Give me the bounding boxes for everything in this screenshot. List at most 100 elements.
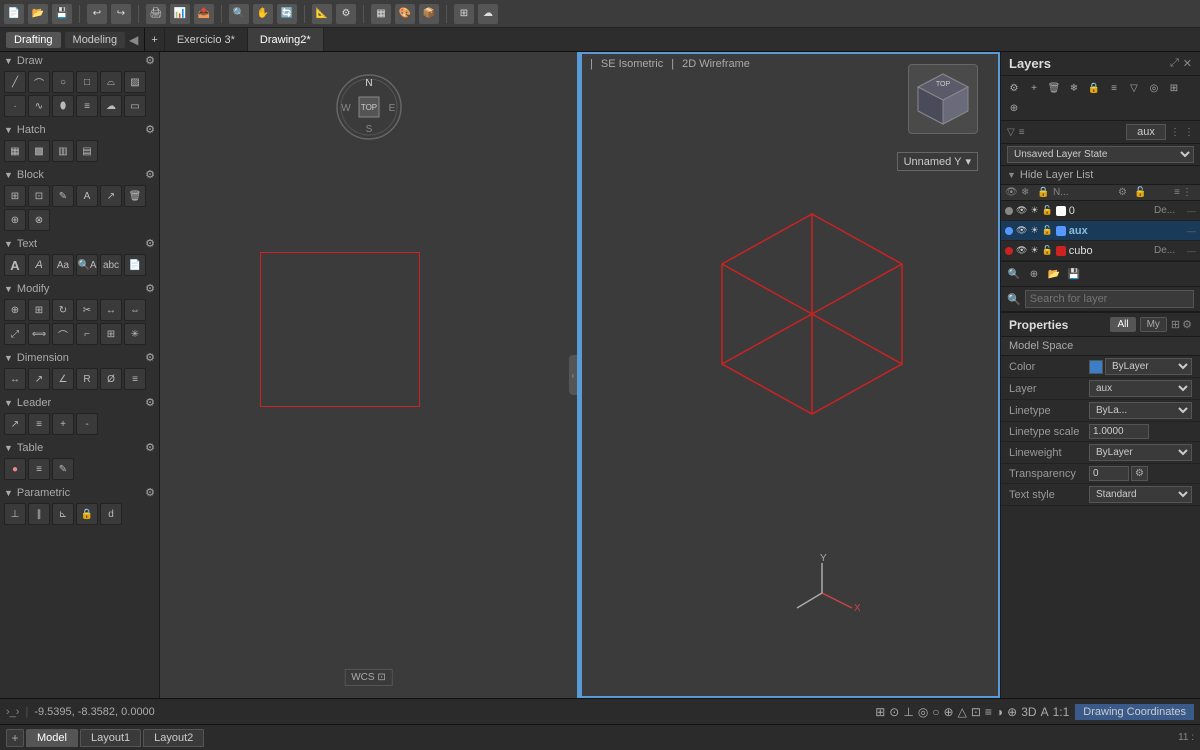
properties-icon[interactable]: ⚙ (336, 4, 356, 24)
param-parallel[interactable]: ∥ (28, 503, 50, 525)
block-insert[interactable]: ⊞ (4, 185, 26, 207)
layer-bottom-btn3[interactable]: 📂 (1045, 265, 1063, 283)
arc-tool[interactable]: ⌓ (100, 71, 122, 93)
layer-filter-btn[interactable]: ▽ (1125, 79, 1143, 97)
viewport-right[interactable]: | SE Isometric | 2D Wireframe TOP (580, 52, 1000, 698)
prop-tab-all[interactable]: All (1110, 317, 1135, 332)
viewport-left[interactable]: N S W E TOP WCS ⊡ ‹ (160, 52, 580, 698)
table-gear-icon[interactable]: ⚙ (145, 441, 155, 454)
rotate-tool[interactable]: ↻ (52, 299, 74, 321)
param-lock[interactable]: 🔒 (76, 503, 98, 525)
layer-isolate-btn[interactable]: ◎ (1145, 79, 1163, 97)
ortho-icon[interactable]: ⊥ (903, 705, 913, 719)
layer-lock-btn[interactable]: 🔒 (1085, 79, 1103, 97)
layer-match-btn[interactable]: ≡ (1105, 79, 1123, 97)
measure-icon[interactable]: 📐 (312, 4, 332, 24)
tab-layout2[interactable]: Layout2 (143, 729, 204, 747)
layer-search-input[interactable] (1025, 290, 1194, 308)
block-attdef[interactable]: A (76, 185, 98, 207)
dim-aligned[interactable]: ↗ (28, 368, 50, 390)
hatch-tool[interactable]: ▨ (124, 71, 146, 93)
open-icon[interactable]: 📂 (28, 4, 48, 24)
hatch-pattern4[interactable]: ▤ (76, 140, 98, 162)
osnap-icon[interactable]: ○ (932, 705, 939, 719)
anno-vis-icon[interactable]: A (1041, 705, 1049, 719)
block-tool2[interactable]: ⊗ (28, 209, 50, 231)
tab-layout1[interactable]: Layout1 (80, 729, 141, 747)
layer-bottom-btn4[interactable]: 💾 (1065, 265, 1083, 283)
hatch-pattern2[interactable]: ▩ (28, 140, 50, 162)
layer-freeze-btn[interactable]: ❄ (1065, 79, 1083, 97)
layer-settings-btn[interactable]: ⚙ (1005, 79, 1023, 97)
table-section-header[interactable]: ▼ Table ⚙ (0, 439, 159, 456)
array-tool[interactable]: ⊞ (100, 323, 122, 345)
multileader-tool[interactable]: ↗ (4, 413, 26, 435)
layer-aux-vis-icon[interactable]: 👁 (1016, 225, 1027, 236)
render-icon[interactable]: 🎨 (395, 4, 415, 24)
layer-cubo-lock-icon[interactable]: 🔓 (1042, 245, 1053, 256)
tab-add[interactable]: + (145, 28, 164, 51)
parametric-gear-icon[interactable]: ⚙ (145, 486, 155, 499)
trim-tool[interactable]: ✂ (76, 299, 98, 321)
spline-tool[interactable]: ∿ (28, 95, 50, 117)
dim-radius[interactable]: R (76, 368, 98, 390)
hatch-section-header[interactable]: ▼ Hatch ⚙ (0, 121, 159, 138)
leader-remove[interactable]: - (76, 413, 98, 435)
grid-icon[interactable]: ⊞ (875, 705, 885, 719)
leader-gear-icon[interactable]: ⚙ (145, 396, 155, 409)
cloud-icon[interactable]: ☁ (478, 4, 498, 24)
hatch-pattern1[interactable]: ▦ (4, 140, 26, 162)
unnamed-y-label[interactable]: Unnamed Y ▾ (897, 152, 978, 171)
block-edit[interactable]: ✎ (52, 185, 74, 207)
plot-icon[interactable]: 📊 (170, 4, 190, 24)
layer-0-vis-icon[interactable]: 👁 (1016, 205, 1027, 216)
text-section-header[interactable]: ▼ Text ⚙ (0, 235, 159, 252)
mirror-tool[interactable]: ⇔ (124, 299, 146, 321)
tab-exercicio[interactable]: Exercicio 3* (165, 28, 248, 51)
layers-icon[interactable]: ▦ (371, 4, 391, 24)
tab-model[interactable]: Model (26, 729, 78, 747)
redo-icon[interactable]: ↪ (111, 4, 131, 24)
text-tool[interactable]: A (28, 254, 50, 276)
prop-copy-icon[interactable]: ⊞ (1171, 318, 1180, 331)
nav-cube[interactable]: TOP (908, 64, 978, 134)
polar-icon[interactable]: ◎ (918, 705, 928, 719)
layer-0-color[interactable] (1056, 206, 1066, 216)
layer-scroll-icon[interactable]: ⋮ (1184, 127, 1194, 138)
point-tool[interactable]: · (4, 95, 26, 117)
tab-drawing2[interactable]: Drawing2* (248, 28, 324, 51)
render-mode-label[interactable]: 2D Wireframe (682, 58, 750, 70)
tab-modeling[interactable]: Modeling (65, 32, 126, 48)
layers-maximize-icon[interactable]: ⤢ (1170, 57, 1179, 70)
dim-style[interactable]: ≡ (124, 368, 146, 390)
view-mode-label[interactable]: SE Isometric (601, 58, 663, 70)
layer-aux-lock-icon[interactable]: 🔓 (1042, 225, 1053, 236)
3d-icon[interactable]: 📦 (419, 4, 439, 24)
param-coincident[interactable]: ⊥ (4, 503, 26, 525)
layer-cubo-freeze-icon[interactable]: ☀ (1030, 245, 1038, 256)
scale-tool[interactable]: ⤢ (4, 323, 26, 345)
multiline-tool[interactable]: ≡ (76, 95, 98, 117)
hatch-pattern3[interactable]: ▥ (52, 140, 74, 162)
print-icon[interactable]: 🖨 (146, 4, 166, 24)
prop-transparency-btn[interactable]: ⚙ (1131, 466, 1148, 481)
ellipse-tool[interactable]: ⬮ (52, 95, 74, 117)
drawing-coords-btn[interactable]: Drawing Coordinates (1075, 704, 1194, 720)
block-extract[interactable]: ↗ (100, 185, 122, 207)
block-define[interactable]: ⊡ (28, 185, 50, 207)
layer-bottom-btn2[interactable]: ⊕ (1025, 265, 1043, 283)
save-icon[interactable]: 💾 (52, 4, 72, 24)
layer-aux-freeze-icon[interactable]: ☀ (1030, 225, 1038, 236)
workspace-icon[interactable]: ⊞ (454, 4, 474, 24)
layer-more-icon[interactable]: ⋮ (1170, 127, 1180, 138)
draw-gear-icon[interactable]: ⚙ (145, 54, 155, 67)
layer-row-aux[interactable]: 👁 ☀ 🔓 aux — (1001, 221, 1200, 241)
layer-delete-btn[interactable]: 🗑 (1045, 79, 1063, 97)
anno-scale-icon[interactable]: 1:1 (1053, 705, 1070, 719)
ducs-icon[interactable]: △ (958, 705, 967, 719)
otrack-icon[interactable]: ⊕ (944, 705, 954, 719)
text-check[interactable]: abc (100, 254, 122, 276)
table-edit[interactable]: ✎ (52, 458, 74, 480)
leader-add[interactable]: + (52, 413, 74, 435)
orbit-icon[interactable]: 🔄 (277, 4, 297, 24)
